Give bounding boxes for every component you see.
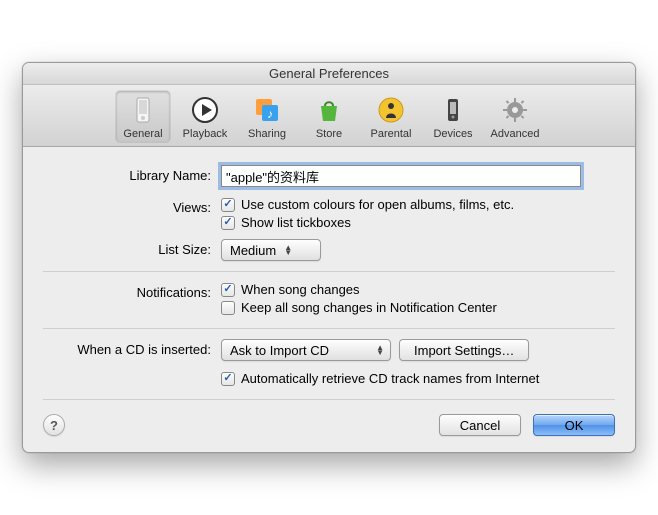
gear-icon xyxy=(499,94,531,126)
label-list-size: List Size: xyxy=(43,239,221,257)
checkbox-auto-retrieve-label: Automatically retrieve CD track names fr… xyxy=(241,371,539,386)
toolbar-label: Sharing xyxy=(248,128,286,140)
checkbox-keep-in-center[interactable] xyxy=(221,301,235,315)
toolbar-tab-playback[interactable]: Playback xyxy=(178,91,232,142)
checkbox-keep-in-center-label: Keep all song changes in Notification Ce… xyxy=(241,300,497,315)
toolbar-label: Devices xyxy=(433,128,472,140)
content-area: Library Name: Views: Use custom colours … xyxy=(23,147,635,452)
playback-icon xyxy=(189,94,221,126)
separator xyxy=(43,328,615,329)
toolbar-tab-advanced[interactable]: Advanced xyxy=(488,91,542,142)
toolbar-label: Advanced xyxy=(491,128,540,140)
separator xyxy=(43,399,615,400)
checkbox-song-changes-label: When song changes xyxy=(241,282,360,297)
help-label: ? xyxy=(50,418,58,433)
cancel-label: Cancel xyxy=(460,418,500,433)
select-arrows-icon: ▲▼ xyxy=(376,345,384,355)
list-size-value: Medium xyxy=(230,243,276,258)
checkbox-show-tickboxes[interactable] xyxy=(221,216,235,230)
svg-text:♪: ♪ xyxy=(267,107,273,121)
ok-label: OK xyxy=(565,418,584,433)
cd-action-value: Ask to Import CD xyxy=(230,343,329,358)
label-notifications: Notifications: xyxy=(43,282,221,300)
store-icon xyxy=(313,94,345,126)
import-settings-button[interactable]: Import Settings… xyxy=(399,339,529,361)
separator xyxy=(43,271,615,272)
library-name-input[interactable] xyxy=(221,165,581,187)
general-icon xyxy=(127,94,159,126)
checkbox-custom-colours[interactable] xyxy=(221,198,235,212)
window-title: General Preferences xyxy=(269,66,389,81)
label-library-name: Library Name: xyxy=(43,165,221,183)
help-button[interactable]: ? xyxy=(43,414,65,436)
toolbar-tab-devices[interactable]: Devices xyxy=(426,91,480,142)
label-cd-inserted: When a CD is inserted: xyxy=(43,339,221,357)
checkbox-show-tickboxes-label: Show list tickboxes xyxy=(241,215,351,230)
toolbar-tab-parental[interactable]: Parental xyxy=(364,91,418,142)
parental-icon xyxy=(375,94,407,126)
checkbox-song-changes[interactable] xyxy=(221,283,235,297)
toolbar-label: General xyxy=(123,128,162,140)
toolbar-label: Store xyxy=(316,128,342,140)
toolbar-label: Playback xyxy=(183,128,228,140)
sharing-icon: ♪ xyxy=(251,94,283,126)
label-views: Views: xyxy=(43,197,221,215)
cancel-button[interactable]: Cancel xyxy=(439,414,521,436)
import-settings-label: Import Settings… xyxy=(414,343,514,358)
toolbar-tab-store[interactable]: Store xyxy=(302,91,356,142)
checkbox-auto-retrieve[interactable] xyxy=(221,372,235,386)
preferences-window: General Preferences General Playback ♪ S… xyxy=(22,62,636,453)
toolbar-tab-general[interactable]: General xyxy=(116,91,170,142)
devices-icon xyxy=(437,94,469,126)
checkbox-custom-colours-label: Use custom colours for open albums, film… xyxy=(241,197,514,212)
select-arrows-icon: ▲▼ xyxy=(284,245,292,255)
window-titlebar: General Preferences xyxy=(23,63,635,85)
toolbar-label: Parental xyxy=(371,128,412,140)
ok-button[interactable]: OK xyxy=(533,414,615,436)
cd-action-select[interactable]: Ask to Import CD ▲▼ xyxy=(221,339,391,361)
preferences-toolbar: General Playback ♪ Sharing Store Parenta… xyxy=(23,85,635,147)
toolbar-tab-sharing[interactable]: ♪ Sharing xyxy=(240,91,294,142)
list-size-select[interactable]: Medium ▲▼ xyxy=(221,239,321,261)
